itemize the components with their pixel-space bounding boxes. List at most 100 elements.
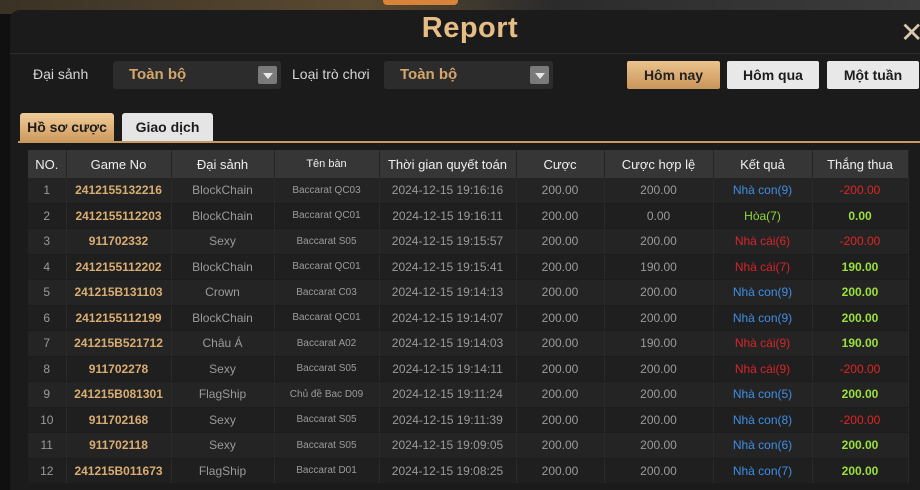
bet-cell: 200.00 (516, 203, 605, 229)
game-no-cell: 241215B521712 (66, 330, 172, 357)
table-name-cell: Baccarat S05 (274, 432, 380, 459)
bet-cell: 200.00 (516, 228, 605, 255)
table-name-cell: Baccarat QC01 (274, 203, 380, 229)
table-row[interactable]: 1 2412155132216 BlockChain Baccarat QC03 202… (28, 178, 909, 204)
table-row[interactable]: 6 2412155112199 BlockChain Baccarat QC01 202… (28, 305, 909, 331)
result-cell: Nhà con(7) (713, 458, 813, 484)
col-header-hall: Đại sảnh (171, 150, 275, 178)
row-no-cell: 8 (28, 356, 67, 382)
divider (10, 53, 920, 54)
hall-label: Đại sảnh (33, 66, 89, 82)
win-loss-cell: 190.00 (812, 254, 909, 280)
result-cell: Nhà con(9) (713, 178, 813, 204)
row-no-cell: 11 (28, 432, 67, 459)
hall-cell: FlagShip (171, 458, 275, 484)
chevron-down-icon (530, 66, 549, 84)
table-row[interactable]: 7 241215B521712 Châu Á Baccarat A02 2024-12-… (28, 330, 909, 357)
table-header-row: NO. Game No Đại sảnh Tên bàn Thời gian q… (28, 150, 909, 178)
col-header-valid-bet: Cược hợp lệ (604, 150, 714, 178)
tab-transactions[interactable]: Giao dịch (122, 113, 213, 141)
settle-time-cell: 2024-12-15 19:08:25 (379, 458, 517, 484)
valid-bet-cell: 200.00 (604, 178, 714, 204)
page-title: Report (421, 12, 519, 44)
result-cell: Nhà cái(9) (713, 330, 813, 357)
col-header-no: NO. (28, 150, 67, 178)
win-loss-cell: 200.00 (812, 432, 909, 459)
win-loss-cell: 190.00 (812, 330, 909, 357)
table-row[interactable]: 9 241215B081301 FlagShip Chủ đề Bac D09 2024… (28, 381, 909, 408)
game-type-label: Loại trò chơi (292, 66, 370, 82)
table-name-cell: Baccarat S05 (274, 407, 380, 433)
valid-bet-cell: 200.00 (604, 305, 714, 331)
table-row[interactable]: 8 911702278 Sexy Baccarat S05 2024-12-15 19:… (28, 356, 909, 382)
col-header-table-name: Tên bàn (274, 150, 380, 178)
table-row[interactable]: 2 2412155112203 BlockChain Baccarat QC01 202… (28, 203, 909, 229)
settle-time-cell: 2024-12-15 19:14:03 (379, 330, 517, 357)
table-name-cell: Baccarat S05 (274, 228, 380, 255)
valid-bet-cell: 200.00 (604, 432, 714, 459)
tab-bet-history[interactable]: Hồ sơ cược (20, 113, 114, 141)
valid-bet-cell: 200.00 (604, 279, 714, 306)
settle-time-cell: 2024-12-15 19:14:07 (379, 305, 517, 331)
row-no-cell: 7 (28, 330, 67, 357)
result-cell: Nhà con(6) (713, 432, 813, 459)
game-type-select[interactable]: Toàn bộ (384, 61, 553, 89)
hall-select[interactable]: Toàn bộ (113, 61, 281, 89)
one-week-button[interactable]: Một tuần (827, 61, 919, 89)
game-no-cell: 911702118 (66, 432, 172, 459)
valid-bet-cell: 190.00 (604, 254, 714, 280)
bet-cell: 200.00 (516, 432, 605, 459)
settle-time-cell: 2024-12-15 19:15:57 (379, 228, 517, 255)
game-no-cell: 241215B081301 (66, 381, 172, 408)
bet-cell: 200.00 (516, 178, 605, 204)
table-row[interactable]: 3 911702332 Sexy Baccarat S05 2024-12-15 19:… (28, 228, 909, 255)
table-row[interactable]: 11 911702118 Sexy Baccarat S05 2024-12-15 19… (28, 432, 909, 459)
hall-cell: Sexy (171, 228, 275, 255)
col-header-game-no: Game No (66, 150, 172, 178)
valid-bet-cell: 190.00 (604, 330, 714, 357)
table-name-cell: Baccarat QC03 (274, 178, 380, 204)
bet-cell: 200.00 (516, 381, 605, 408)
result-cell: Nhà con(5) (713, 381, 813, 408)
win-loss-cell: 200.00 (812, 381, 909, 408)
hall-cell: Crown (171, 279, 275, 306)
bet-cell: 200.00 (516, 356, 605, 382)
row-no-cell: 2 (28, 203, 67, 229)
hall-cell: Châu Á (171, 330, 275, 357)
hall-cell: FlagShip (171, 381, 275, 408)
table-row[interactable]: 5 241215B131103 Crown Baccarat C03 2024-12-1… (28, 279, 909, 306)
win-loss-cell: 200.00 (812, 458, 909, 484)
settle-time-cell: 2024-12-15 19:15:41 (379, 254, 517, 280)
bet-cell: 200.00 (516, 279, 605, 306)
chevron-down-icon (258, 66, 277, 84)
valid-bet-cell: 200.00 (604, 458, 714, 484)
win-loss-cell: 200.00 (812, 279, 909, 306)
table-name-cell: Baccarat QC01 (274, 254, 380, 280)
win-loss-cell: -200.00 (812, 228, 909, 255)
result-cell: Nhà con(8) (713, 407, 813, 433)
row-no-cell: 3 (28, 228, 67, 255)
table-row[interactable]: 12 241215B011673 FlagShip Baccarat D01 2024-… (28, 458, 909, 484)
today-button[interactable]: Hôm nay (627, 61, 720, 89)
hall-cell: Sexy (171, 356, 275, 382)
close-icon[interactable]: ✕ (900, 16, 920, 49)
win-loss-cell: 0.00 (812, 203, 909, 229)
yesterday-button[interactable]: Hôm qua (727, 61, 819, 89)
win-loss-cell: 200.00 (812, 305, 909, 331)
table-row[interactable]: 10 911702168 Sexy Baccarat S05 2024-12-15 19… (28, 407, 909, 433)
report-table: NO. Game No Đại sảnh Tên bàn Thời gian q… (28, 150, 909, 484)
hall-cell: BlockChain (171, 203, 275, 229)
game-no-cell: 2412155112199 (66, 305, 172, 331)
table-row[interactable]: 4 2412155112202 BlockChain Baccarat QC01 202… (28, 254, 909, 280)
bet-cell: 200.00 (516, 305, 605, 331)
game-no-cell: 2412155132216 (66, 178, 172, 204)
valid-bet-cell: 200.00 (604, 356, 714, 382)
game-no-cell: 2412155112202 (66, 254, 172, 280)
table-name-cell: Baccarat QC01 (274, 305, 380, 331)
result-cell: Hòa(7) (713, 203, 813, 229)
game-no-cell: 241215B131103 (66, 279, 172, 306)
settle-time-cell: 2024-12-15 19:16:16 (379, 178, 517, 204)
game-type-select-value: Toàn bộ (400, 66, 458, 83)
valid-bet-cell: 200.00 (604, 228, 714, 255)
hall-cell: BlockChain (171, 178, 275, 204)
